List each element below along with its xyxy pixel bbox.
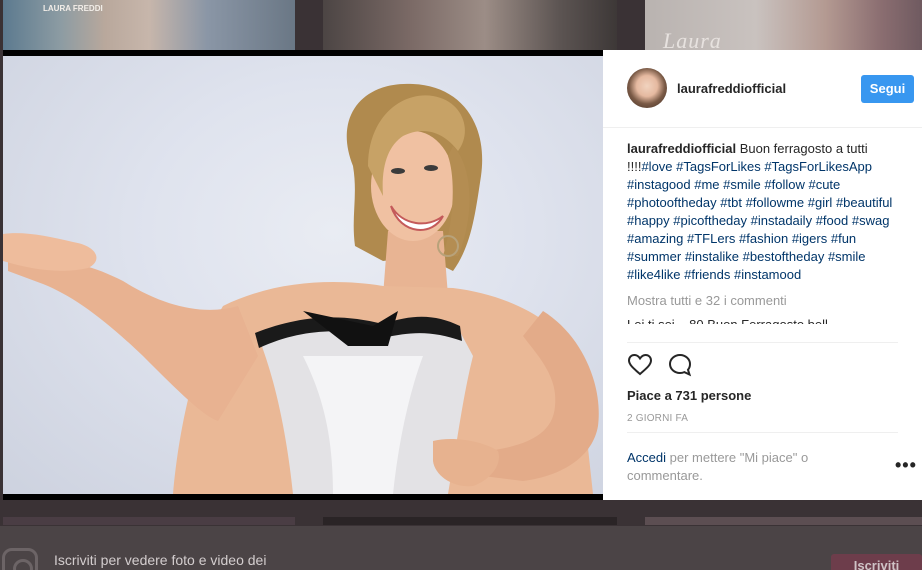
divider — [627, 432, 898, 433]
heart-icon[interactable] — [627, 352, 653, 378]
post-image — [3, 56, 603, 494]
signup-banner-text: Iscriviti per vedere foto e video dei — [54, 552, 267, 568]
post-photo[interactable] — [3, 50, 603, 500]
profile-username-link[interactable]: laurafreddiofficial — [677, 81, 786, 96]
post-header: laurafreddiofficial Segui — [603, 50, 922, 128]
hashtag-link[interactable]: #photooftheday — [627, 195, 717, 210]
grid-thumbnail[interactable] — [645, 517, 922, 525]
post-caption: laurafreddiofficial Buon ferragosto a tu… — [627, 140, 897, 284]
hashtag-link[interactable]: #smile — [723, 177, 761, 192]
hashtag-link[interactable]: #TagsForLikes — [676, 159, 761, 174]
hashtag-link[interactable]: #TFLers — [687, 231, 735, 246]
show-all-comments-link[interactable]: Mostra tutti e 32 i commenti — [627, 292, 897, 310]
hashtag-link[interactable]: #fashion — [739, 231, 788, 246]
comment-preview: Lei ti sei... 80 Buon Ferragosto bell... — [627, 316, 897, 324]
more-options-icon[interactable]: ••• — [895, 456, 917, 474]
signup-banner: Iscriviti per vedere foto e video dei Is… — [0, 526, 922, 570]
hashtag-link[interactable]: #amazing — [627, 231, 683, 246]
login-link[interactable]: Accedi — [627, 450, 666, 465]
hashtag-link[interactable]: #food — [816, 213, 849, 228]
hashtag-link[interactable]: #instagood — [627, 177, 691, 192]
magazine-title-text: Laura — [663, 28, 722, 50]
grid-thumbnail[interactable]: LAURA FREDDI — [3, 0, 295, 50]
hashtag-link[interactable]: #beautiful — [836, 195, 892, 210]
hashtag-link[interactable]: #cute — [808, 177, 840, 192]
post-timestamp: 2 GIORNI FA — [627, 413, 689, 424]
hashtag-link[interactable]: #TagsForLikesApp — [764, 159, 872, 174]
post-modal: laurafreddiofficial Segui laurafreddioff… — [3, 50, 922, 500]
divider — [627, 342, 898, 343]
hashtag-link[interactable]: #bestoftheday — [743, 249, 825, 264]
hashtag-link[interactable]: #followme — [746, 195, 805, 210]
grid-thumbnail[interactable] — [323, 0, 617, 50]
grid-thumbnail[interactable] — [3, 517, 295, 525]
grid-thumbnail[interactable] — [323, 517, 617, 525]
hashtag-link[interactable]: #picoftheday — [673, 213, 747, 228]
hashtag-link[interactable]: #swag — [852, 213, 890, 228]
hashtag-link[interactable]: #love — [641, 159, 672, 174]
likes-count[interactable]: Piace a 731 persone — [627, 388, 751, 403]
hashtag-link[interactable]: #fun — [831, 231, 856, 246]
grid-thumbnail[interactable]: Laura — [645, 0, 922, 50]
signup-button[interactable]: Iscriviti — [831, 554, 922, 570]
post-side-panel: laurafreddiofficial Segui laurafreddioff… — [603, 50, 922, 500]
hashtag-link[interactable]: #happy — [627, 213, 670, 228]
woman-portrait-illustration — [3, 83, 599, 494]
hashtag-link[interactable]: #instamood — [734, 267, 801, 282]
avatar[interactable] — [627, 68, 667, 108]
follow-button[interactable]: Segui — [861, 75, 914, 103]
hashtag-link[interactable]: #instadaily — [751, 213, 812, 228]
hashtag-link[interactable]: #tbt — [720, 195, 742, 210]
hashtag-link[interactable]: #instalike — [685, 249, 739, 264]
hashtag-link[interactable]: #summer — [627, 249, 681, 264]
login-prompt: Accedi per mettere "Mi piace" o commenta… — [627, 449, 857, 485]
hashtag-link[interactable]: #follow — [764, 177, 804, 192]
instagram-logo-icon — [2, 548, 38, 570]
hashtag-link[interactable]: #igers — [792, 231, 827, 246]
caption-username-link[interactable]: laurafreddiofficial — [627, 141, 736, 156]
post-actions: Piace a 731 persone 2 GIORNI FA Accedi p… — [603, 342, 922, 483]
hashtag-link[interactable]: #girl — [808, 195, 833, 210]
hashtag-link[interactable]: #like4like — [627, 267, 680, 282]
grid-gap — [0, 500, 922, 517]
magazine-cover-text: LAURA FREDDI — [43, 4, 103, 13]
hashtag-link[interactable]: #friends — [684, 267, 730, 282]
hashtag-link[interactable]: #smile — [828, 249, 866, 264]
comment-icon[interactable] — [667, 352, 693, 378]
hashtag-link[interactable]: #me — [694, 177, 719, 192]
